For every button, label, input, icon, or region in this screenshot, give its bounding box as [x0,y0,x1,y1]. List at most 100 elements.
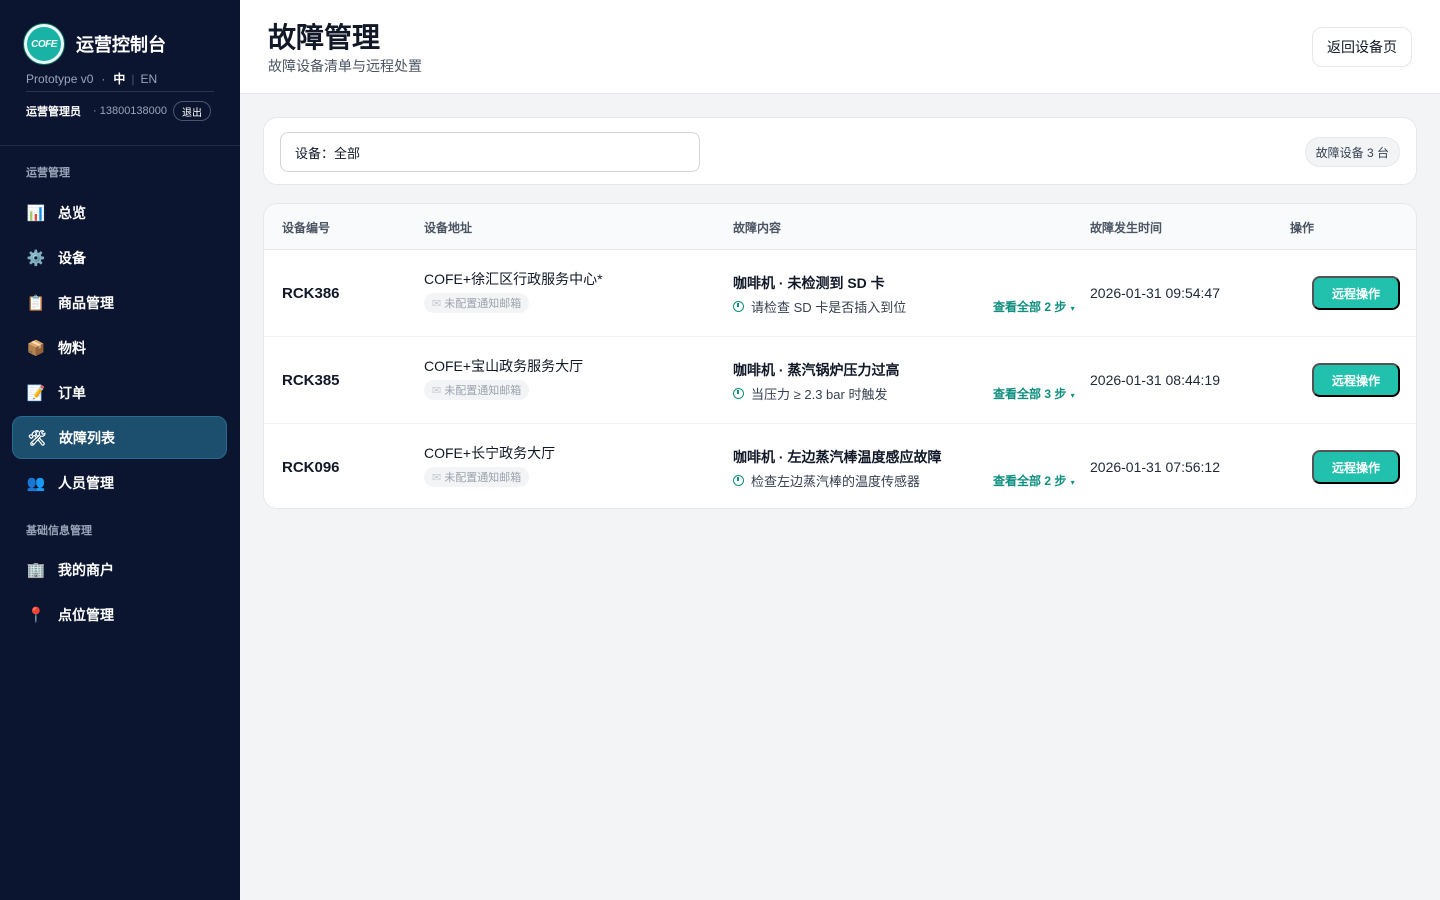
people-icon: 👥 [26,474,46,492]
sidebar-item-orders[interactable]: 📝 订单 [12,371,227,414]
divider [0,145,240,146]
fault-title: 咖啡机 · 左边蒸汽棒温度感应故障 [733,449,942,465]
divider [26,91,214,92]
view-all-steps-link[interactable]: 查看全部 3 步 ▾ [993,385,1075,402]
view-all-label: 查看全部 2 步 [993,474,1067,488]
sidebar-item-products[interactable]: 📋 商品管理 [12,281,227,324]
clock-icon [733,388,744,399]
view-all-steps-link[interactable]: 查看全部 2 步 ▾ [993,298,1075,315]
remote-operation-button[interactable]: 远程操作 [1312,363,1400,397]
device-address: COFE+宝山政务服务大厅 [424,358,584,374]
device-id: RCK386 [282,285,340,302]
page-subtitle: 故障设备清单与远程处置 [268,58,422,74]
table-row: RCK385 COFE+宝山政务服务大厅 ✉ 未配置通知邮箱 咖啡机 · 蒸汽锅炉… [264,337,1416,424]
fault-count-badge: 故障设备 3 台 [1304,137,1400,167]
column-header-action: 操作 [1290,221,1315,235]
sidebar-item-merchants[interactable]: 🏢 我的商户 [12,548,227,591]
building-icon: 🏢 [26,561,46,579]
sidebar-item-label: 故障列表 [59,429,115,446]
caret-down-icon: ▾ [1068,478,1075,487]
fault-time: 2026-01-31 09:54:47 [1090,285,1220,301]
mail-status-tag: ✉ 未配置通知邮箱 [424,467,530,487]
section-label-ops: 运营管理 [26,167,70,179]
mail-status-label: 未配置通知邮箱 [444,385,522,397]
mail-status-label: 未配置通知邮箱 [444,472,522,484]
clipboard-icon: 📋 [26,294,46,312]
device-select[interactable]: 设备：全部 [280,132,700,172]
fault-step-text: 检查左边蒸汽棒的温度传感器 [751,474,921,489]
fault-title: 咖啡机 · 蒸汽锅炉压力过高 [733,362,900,378]
user-info: 运营管理员 · 13800138000 退出 [26,101,212,121]
table-row: RCK096 COFE+长宁政务大厅 ✉ 未配置通知邮箱 咖啡机 · 左边蒸汽棒温… [264,424,1416,508]
column-header-address: 设备地址 [424,221,473,235]
device-address: COFE+长宁政务大厅 [424,445,556,461]
pin-icon: 📍 [26,606,46,624]
app-title: 运营控制台 [76,35,166,55]
mail-status-tag: ✉ 未配置通知邮箱 [424,380,530,400]
sidebar-item-label: 人员管理 [58,474,114,491]
sidebar-item-faults[interactable]: 🛠 故障列表 [12,416,227,459]
lang-separator: | [131,71,135,86]
sidebar-item-devices[interactable]: ⚙️ 设备 [12,236,227,279]
package-icon: 📦 [26,339,46,357]
remote-operation-button[interactable]: 远程操作 [1312,276,1400,310]
section-label-basic: 基础信息管理 [26,525,92,537]
column-header-device-id: 设备编号 [282,221,331,235]
fault-title: 咖啡机 · 未检测到 SD 卡 [733,275,885,291]
lang-cn-toggle[interactable]: 中 [113,70,125,87]
page-title: 故障管理 [268,22,381,53]
device-address: COFE+徐汇区行政服务中心* [424,271,603,287]
lang-en-toggle[interactable]: EN [141,72,158,86]
back-to-devices-button[interactable]: 返回设备页 [1312,27,1412,67]
sidebar-item-label: 物料 [58,339,86,356]
caret-down-icon: ▾ [1068,304,1075,313]
filter-bar: 设备：全部 故障设备 3 台 [263,117,1417,185]
device-id: RCK385 [282,372,340,389]
fault-step: 请检查 SD 卡是否插入到位 [733,297,906,316]
caret-down-icon: ▾ [1068,391,1075,400]
view-all-label: 查看全部 2 步 [993,300,1067,314]
mail-icon: ✉ [432,471,442,484]
view-all-steps-link[interactable]: 查看全部 2 步 ▾ [993,472,1075,489]
mail-icon: ✉ [432,384,442,397]
version-line: Prototype v0 · 中 | EN [26,70,157,87]
chart-icon: 📊 [26,204,46,222]
sidebar-item-label: 总览 [58,204,86,221]
brand: COFE 运营控制台 [24,24,166,64]
column-header-time: 故障发生时间 [1090,221,1163,235]
user-phone: · 13800138000 [93,105,168,117]
sidebar-item-materials[interactable]: 📦 物料 [12,326,227,369]
sidebar: COFE 运营控制台 Prototype v0 · 中 | EN 运营管理员 ·… [0,0,240,900]
sidebar-item-label: 点位管理 [58,606,114,623]
memo-icon: 📝 [26,384,46,402]
logout-button[interactable]: 退出 [173,101,212,121]
page-header: 故障管理 故障设备清单与远程处置 返回设备页 [240,0,1440,94]
fault-step: 检查左边蒸汽棒的温度传感器 [733,471,920,490]
sidebar-item-label: 我的商户 [58,561,114,578]
cofe-logo: COFE [24,24,64,64]
table-row: RCK386 COFE+徐汇区行政服务中心* ✉ 未配置通知邮箱 咖啡机 · 未检… [264,250,1416,337]
mail-status-tag: ✉ 未配置通知邮箱 [424,293,530,313]
clock-icon [733,301,744,312]
gear-icon: ⚙️ [26,249,46,267]
mail-status-label: 未配置通知邮箱 [444,298,522,310]
tools-icon: 🛠 [27,429,47,447]
fault-step-text: 当压力 ≥ 2.3 bar 时触发 [751,387,888,402]
fault-time: 2026-01-31 08:44:19 [1090,372,1220,388]
sidebar-item-label: 设备 [58,249,86,266]
fault-step: 当压力 ≥ 2.3 bar 时触发 [733,384,887,403]
fault-time: 2026-01-31 07:56:12 [1090,459,1220,475]
device-id: RCK096 [282,459,340,476]
view-all-label: 查看全部 3 步 [993,387,1067,401]
clock-icon [733,475,744,486]
remote-operation-button[interactable]: 远程操作 [1312,450,1400,484]
dot-separator: · [101,71,106,86]
sidebar-item-label: 订单 [58,384,86,401]
fault-table: 设备编号 设备地址 故障内容 故障发生时间 操作 RCK386 COFE+徐汇区… [263,203,1417,509]
sidebar-item-overview[interactable]: 📊 总览 [12,191,227,234]
fault-step-text: 请检查 SD 卡是否插入到位 [751,300,907,315]
user-role: 运营管理员 [26,106,81,118]
sidebar-item-staff[interactable]: 👥 人员管理 [12,461,227,504]
sidebar-item-locations[interactable]: 📍 点位管理 [12,593,227,636]
table-header: 设备编号 设备地址 故障内容 故障发生时间 操作 [264,204,1416,250]
